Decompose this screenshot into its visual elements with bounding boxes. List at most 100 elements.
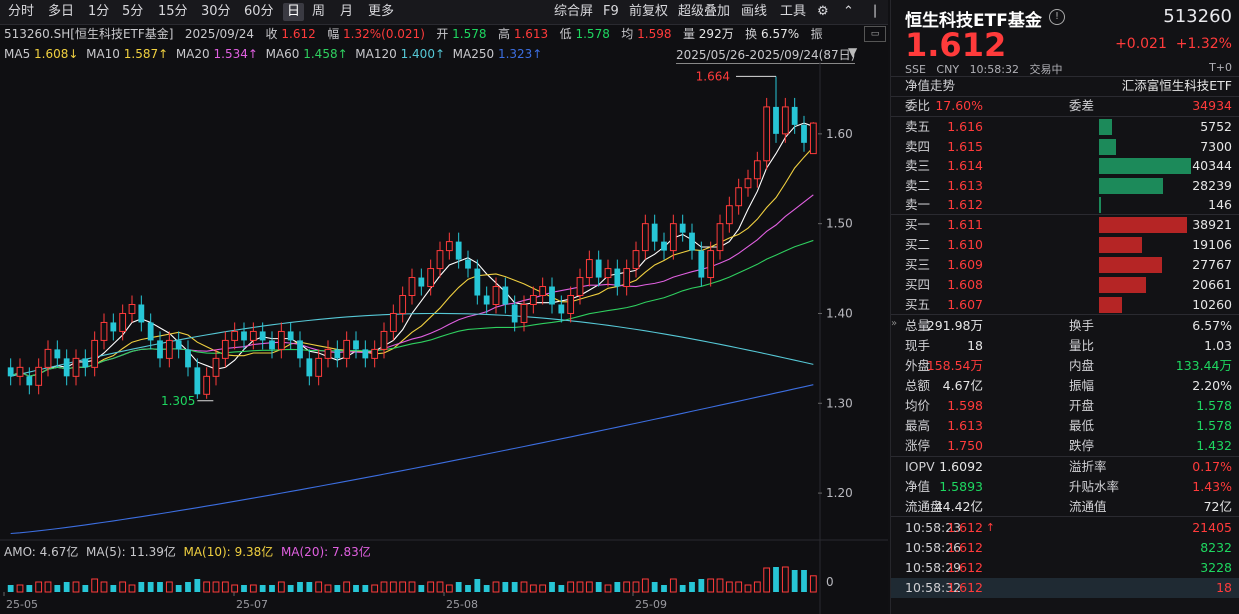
volume-bar (689, 582, 695, 592)
bid-level-label: 买五 (905, 297, 931, 312)
volume-bar (221, 581, 229, 593)
candle-body (418, 277, 425, 287)
f9-button[interactable]: F9 (603, 3, 619, 21)
tab-1min[interactable]: 1分 (84, 3, 113, 21)
tab-daily[interactable]: 日 (283, 3, 305, 21)
adjust-button[interactable]: 前复权 (629, 3, 668, 21)
candle-body (334, 349, 341, 359)
price-change: +0.021 +1.32% (1115, 36, 1232, 52)
candle-body (147, 322, 154, 341)
overlay-button[interactable]: 超级叠加 (678, 3, 730, 21)
candle-body (716, 223, 724, 252)
stats-row: 外盘 158.54万 内盘 133.44万 (891, 356, 1239, 376)
bar-info: 513260.SH[恒生科技ETF基金] 2025/09/24 收 1.612 … (4, 26, 823, 42)
tab-multi-day[interactable]: 多日 (44, 3, 78, 21)
tab-5min[interactable]: 5分 (118, 3, 147, 21)
candle-body (445, 241, 453, 252)
tick-price: 1.612 (947, 560, 983, 575)
tab-more[interactable]: 更多 (364, 3, 398, 21)
high-value: 1.613 (513, 27, 549, 41)
bid-volume: 38921 (1192, 217, 1232, 232)
chevron-up-icon[interactable]: ⌃ (843, 3, 854, 21)
volume-bar (203, 581, 211, 593)
volume-bar (445, 584, 453, 593)
tab-weekly[interactable]: 周 (308, 3, 329, 21)
ask-volume-bar (1099, 197, 1101, 213)
volume-bar (389, 581, 397, 593)
ask-volume-bar (1099, 158, 1191, 174)
dropdown-icon[interactable]: ▼ (848, 45, 857, 59)
candlestick-chart[interactable]: 1.60 1.50 1.40 1.30 1.20 1.664 1.305 25-05 25-07… (0, 62, 888, 614)
change-value: 1.32%(0.021) (343, 27, 425, 41)
bid-level-label: 买三 (905, 257, 931, 272)
close-label: 收 (265, 27, 278, 41)
y-tick-label: 1.40 (826, 306, 853, 320)
change-percent: +1.32% (1175, 36, 1232, 52)
candle-body (324, 348, 332, 359)
bid-volume: 27767 (1192, 257, 1232, 272)
weibi-row: 委比 17.60% 委差 34934 (891, 96, 1239, 116)
tools-button[interactable]: 工具 (780, 3, 806, 21)
volume-bar (773, 567, 779, 592)
candle-body (110, 322, 117, 332)
volume-bar (165, 581, 173, 593)
volume-bar (44, 581, 52, 593)
ask-row: 卖四 1.615 7300 (891, 137, 1239, 157)
tab-30min[interactable]: 30分 (197, 3, 235, 21)
info-icon[interactable]: ! (1049, 9, 1065, 25)
nav-row[interactable]: 净值走势 汇添富恒生科技ETF (891, 76, 1239, 96)
candle-body (389, 312, 397, 332)
ask-level-label: 卖一 (905, 197, 931, 212)
gear-icon[interactable]: ⚙ (817, 3, 829, 21)
bid-row: 买一 1.611 38921 (891, 215, 1239, 235)
volume-bar (707, 578, 715, 593)
candle-body (707, 250, 715, 279)
candle-body (194, 367, 201, 395)
tab-15min[interactable]: 15分 (154, 3, 192, 21)
candle-body (287, 331, 294, 341)
amo-legend: AMO: 4.67亿 MA(5): 11.39亿 MA(10): 9.38亿 M… (4, 543, 371, 560)
tick-price: 1.612 (947, 520, 983, 535)
volume-bar (54, 585, 61, 592)
volume-bar (362, 585, 369, 592)
volume-bar (567, 581, 575, 593)
expand-icon[interactable]: » (891, 318, 897, 329)
ask-volume-bar (1099, 138, 1116, 155)
draw-line-button[interactable]: 画线 (741, 3, 767, 21)
candle-body (249, 330, 257, 341)
window-icon[interactable]: ▭ (864, 26, 886, 42)
volume-bar (249, 584, 257, 593)
candle-body (371, 348, 379, 359)
candle-body (753, 160, 761, 180)
low-value: 1.578 (575, 27, 610, 41)
y-tick-label: 1.20 (826, 486, 853, 500)
volume-bar (100, 581, 108, 593)
volume-bar (277, 581, 285, 593)
avg-label: 均 (621, 27, 634, 41)
nav-trend-link[interactable]: 净值走势 (905, 76, 955, 96)
volume-bar (427, 581, 435, 593)
candle-body (297, 340, 303, 359)
tab-intraday[interactable]: 分时 (4, 3, 38, 21)
stat-label: 流通值 (1069, 499, 1107, 514)
volume-bar (474, 579, 481, 592)
stat-value: 158.54万 (926, 358, 983, 373)
symbol-label: 513260.SH[恒生科技ETF基金] (4, 27, 174, 41)
collapse-icon[interactable]: ▕ (867, 3, 875, 21)
composite-screen-button[interactable]: 综合屏 (554, 3, 593, 21)
volume-bar (119, 581, 127, 593)
ma60-value: 1.458↑ (303, 47, 348, 61)
tab-60min[interactable]: 60分 (240, 3, 278, 21)
volume-bar (212, 581, 220, 593)
volume-zero-label: 0 (826, 575, 834, 589)
tick-price: 1.612 (947, 580, 983, 595)
amo-ma20-value: 7.83亿 (332, 545, 371, 559)
tab-monthly[interactable]: 月 (336, 3, 357, 21)
candle-body (157, 340, 163, 359)
weibi-label: 委比 (905, 98, 931, 113)
volume-bar (418, 585, 425, 592)
candle-body (100, 321, 108, 341)
stat-label: 最高 (905, 418, 931, 433)
volume-bar (26, 585, 33, 592)
candle-body (595, 259, 602, 278)
